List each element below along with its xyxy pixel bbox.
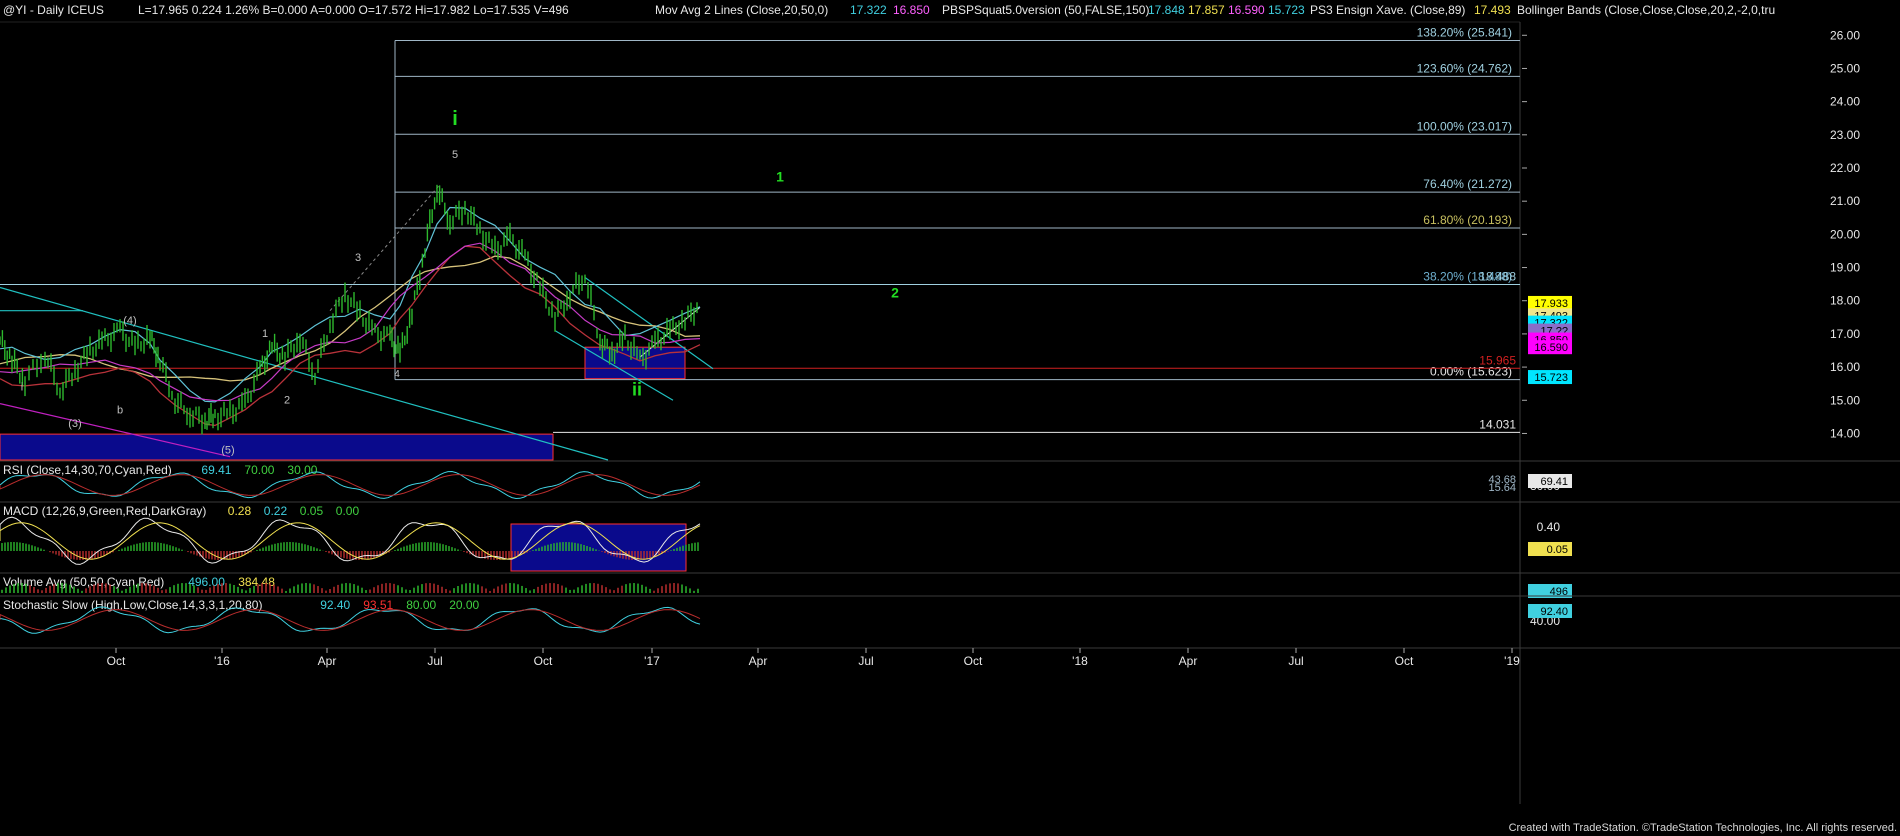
pane-value: 0.05 bbox=[300, 504, 324, 518]
wave-label: b bbox=[117, 405, 123, 417]
y-tick-label: 21.00 bbox=[1830, 194, 1860, 208]
chart-background bbox=[0, 0, 1900, 836]
price-tag-label: 16.590 bbox=[1534, 342, 1568, 354]
pane-title: MACD (12,26,9,Green,Red,DarkGray) bbox=[3, 504, 206, 518]
x-tick-label: Oct bbox=[1395, 654, 1414, 668]
x-tick-label: '17 bbox=[644, 654, 660, 668]
fib-label: 100.00% (23.017) bbox=[1417, 119, 1512, 133]
wave-label: i bbox=[452, 108, 458, 130]
pane-title: Stochastic Slow (High,Low,Close,14,3,3,1… bbox=[3, 598, 262, 612]
bollinger-label: Bollinger Bands (Close,Close,Close,20,2,… bbox=[1517, 3, 1775, 17]
y-tick-label: 18.00 bbox=[1830, 294, 1860, 308]
x-tick-label: Oct bbox=[107, 654, 126, 668]
fib-label: 138.20% (25.841) bbox=[1417, 26, 1512, 40]
x-tick-label: Jul bbox=[858, 654, 873, 668]
y-tick-label: 23.00 bbox=[1830, 128, 1860, 142]
x-tick-label: Oct bbox=[534, 654, 553, 668]
pane-value: 0.28 bbox=[228, 504, 252, 518]
x-tick-label: Oct bbox=[964, 654, 983, 668]
wave-label: i bbox=[21, 381, 23, 393]
x-tick-label: '18 bbox=[1072, 654, 1088, 668]
support-target-box bbox=[0, 433, 554, 461]
y-tick-label: 22.00 bbox=[1830, 161, 1860, 175]
y-tick-label: 15.00 bbox=[1830, 393, 1860, 407]
pane-title: Volume Avg (50,50,Cyan,Red) bbox=[3, 575, 164, 589]
level-label: 15.965 bbox=[1479, 353, 1516, 367]
fib-label: 123.60% (24.762) bbox=[1417, 61, 1512, 75]
ma-label: Mov Avg 2 Lines (Close,20,50,0) bbox=[655, 3, 828, 17]
pane-title: RSI (Close,14,30,70,Cyan,Red) bbox=[3, 463, 172, 477]
y-tick-label: 19.00 bbox=[1830, 261, 1860, 275]
x-tick-label: Apr bbox=[749, 654, 768, 668]
wave-label: (3) bbox=[68, 418, 81, 430]
wave-ii-target-box bbox=[584, 346, 686, 380]
quote-line: L=17.965 0.224 1.26% B=0.000 A=0.000 O=1… bbox=[138, 3, 569, 17]
wave-label: 3 bbox=[355, 252, 361, 264]
pbs-value-2: 17.857 bbox=[1188, 3, 1225, 17]
pbs-value-1: 17.848 bbox=[1148, 3, 1185, 17]
copyright-footer: Created with TradeStation. ©TradeStation… bbox=[1509, 822, 1897, 834]
ma-value-2: 16.850 bbox=[893, 3, 930, 17]
wave-label: 2 bbox=[891, 284, 899, 300]
pane-value: 80.00 bbox=[406, 598, 436, 612]
wave-label: (4) bbox=[123, 315, 136, 327]
y-tick-label: 14.00 bbox=[1830, 426, 1860, 440]
pane-value: 20.00 bbox=[449, 598, 479, 612]
price-tags: 17.93317.49317.32217.??16.85016.59015.72… bbox=[1528, 295, 1572, 385]
ma-value-1: 17.322 bbox=[850, 3, 887, 17]
pbs-value-3: 16.590 bbox=[1228, 3, 1265, 17]
ps3-value: 17.493 bbox=[1474, 3, 1511, 17]
pane-last-tag-label: 69.41 bbox=[1540, 476, 1568, 488]
price-tag-label: 15.723 bbox=[1534, 372, 1568, 384]
pane-value: 69.41 bbox=[201, 463, 231, 477]
pane-last-tag-label: 92.40 bbox=[1540, 606, 1568, 618]
level-label: 14.031 bbox=[1479, 417, 1516, 431]
wave-label: 5 bbox=[452, 149, 458, 161]
x-tick-label: Jul bbox=[1288, 654, 1303, 668]
wave-label: 1 bbox=[262, 328, 268, 340]
wave-label: (5) bbox=[221, 444, 234, 456]
pane-last-tag-label: 0.05 bbox=[1547, 544, 1568, 556]
pane-value: 0.22 bbox=[264, 504, 288, 518]
pane-value: 0.00 bbox=[336, 504, 360, 518]
level-label: 18.488 bbox=[1479, 270, 1516, 284]
pane-level-label: 15.64 bbox=[1488, 482, 1516, 494]
pane-value: 92.40 bbox=[320, 598, 350, 612]
wave-label: ii bbox=[632, 379, 642, 399]
pane-y-tick: 0.40 bbox=[1537, 520, 1561, 534]
y-tick-label: 16.00 bbox=[1830, 360, 1860, 374]
fib-label: 76.40% (21.272) bbox=[1423, 177, 1512, 191]
fib-label: 61.80% (20.193) bbox=[1423, 213, 1512, 227]
y-tick-label: 17.00 bbox=[1830, 327, 1860, 341]
x-tick-label: Apr bbox=[1179, 654, 1198, 668]
y-tick-label: 20.00 bbox=[1830, 227, 1860, 241]
price-tag-label: 17.933 bbox=[1534, 298, 1568, 310]
ps3-label: PS3 Ensign Xave. (Close,89) bbox=[1310, 3, 1465, 17]
x-tick-label: Apr bbox=[318, 654, 337, 668]
x-tick-label: Jul bbox=[427, 654, 442, 668]
y-tick-label: 26.00 bbox=[1830, 28, 1860, 42]
pbs-label: PBSPSquat5.0version (50,FALSE,150) bbox=[942, 3, 1149, 17]
tradestation-chart: 138.20% (25.841) 123.60% (24.762) 100.00% … bbox=[0, 0, 1900, 836]
pane-value: 70.00 bbox=[244, 463, 274, 477]
wave-label: 4 bbox=[394, 369, 400, 380]
wave-label: 2 bbox=[284, 395, 290, 407]
pbs-value-4: 15.723 bbox=[1268, 3, 1305, 17]
x-tick-label: '16 bbox=[214, 654, 230, 668]
y-tick-label: 24.00 bbox=[1830, 95, 1860, 109]
y-tick-label: 25.00 bbox=[1830, 61, 1860, 75]
wave-label: 1 bbox=[776, 168, 784, 184]
x-tick-label: '19 bbox=[1504, 654, 1520, 668]
symbol-label: @YI - Daily ICEUS bbox=[3, 3, 104, 17]
